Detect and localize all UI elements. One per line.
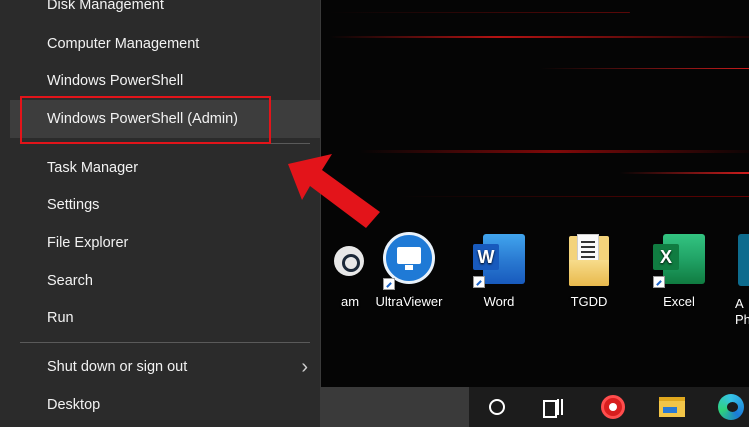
wallpaper-streak	[330, 12, 630, 13]
edge-icon[interactable]	[711, 387, 749, 427]
wallpaper-streak	[330, 36, 749, 38]
word-icon: W	[473, 232, 525, 288]
wallpaper-streak	[540, 68, 749, 69]
taskbar-search-box[interactable]	[321, 387, 469, 427]
menu-item-windows-powershell[interactable]: Windows PowerShell	[10, 62, 320, 100]
menu-separator	[20, 342, 310, 343]
menu-item-label: File Explorer	[47, 235, 129, 251]
wallpaper-streak	[620, 172, 749, 174]
taskbar	[321, 387, 749, 427]
ultraviewer-icon	[383, 232, 435, 290]
menu-item-computer-management[interactable]: Computer Management	[10, 25, 320, 63]
wallpaper-streak	[360, 150, 749, 153]
menu-item-desktop[interactable]: Desktop	[10, 386, 320, 424]
desktop-icon-word[interactable]: W Word	[459, 232, 539, 310]
wallpaper-streak	[400, 196, 749, 197]
file-explorer-icon[interactable]	[652, 387, 692, 427]
menu-item-label: Desktop	[47, 397, 101, 413]
folder-icon	[563, 232, 615, 288]
menu-item-label: Settings	[47, 197, 100, 213]
menu-item-label: Task Manager	[47, 160, 139, 176]
desktop-icon-ultraviewer[interactable]: UltraViewer	[369, 232, 449, 310]
menu-separator	[20, 143, 310, 144]
menu-item-search[interactable]: Search	[10, 262, 320, 300]
desktop-icon-label: TGDD	[570, 294, 608, 309]
menu-item-label: Disk Management	[47, 0, 164, 13]
desktop-icon-tgdd[interactable]: TGDD	[549, 232, 629, 310]
excel-icon: X	[653, 232, 705, 288]
cortana-icon[interactable]	[477, 387, 517, 427]
chevron-right-icon: ›	[301, 356, 308, 378]
desktop-icon-label: Word	[483, 294, 515, 309]
partial-app-icon[interactable]	[738, 234, 749, 286]
menu-item-run[interactable]: Run	[10, 299, 320, 337]
red-arrow-annotation	[288, 154, 380, 228]
app-red-icon[interactable]	[593, 387, 633, 427]
menu-item-windows-powershell-admin[interactable]: Windows PowerShell (Admin)	[10, 100, 320, 138]
menu-item-settings[interactable]: Settings	[10, 186, 320, 224]
partial-icon-label: A Ph	[735, 296, 749, 327]
menu-item-label: Windows PowerShell (Admin)	[47, 111, 238, 127]
desktop-icon-label: Excel	[663, 294, 695, 309]
menu-item-disk-management[interactable]: Disk Management	[10, 0, 320, 24]
menu-item-label: Shut down or sign out	[47, 359, 188, 375]
menu-item-task-manager[interactable]: Task Manager	[10, 149, 320, 187]
menu-item-label: Run	[47, 310, 74, 326]
desktop-icon-label: UltraViewer	[375, 294, 443, 309]
desktop-icon-excel[interactable]: X Excel	[639, 232, 719, 310]
task-view-icon[interactable]	[533, 387, 573, 427]
menu-item-shut-down[interactable]: Shut down or sign out ›	[10, 348, 320, 386]
menu-item-label: Search	[47, 273, 93, 289]
menu-item-file-explorer[interactable]: File Explorer	[10, 224, 320, 262]
menu-item-label: Computer Management	[47, 36, 200, 52]
quick-link-menu: Disk Management Computer Management Window…	[0, 0, 321, 427]
menu-item-label: Windows PowerShell	[47, 73, 184, 89]
